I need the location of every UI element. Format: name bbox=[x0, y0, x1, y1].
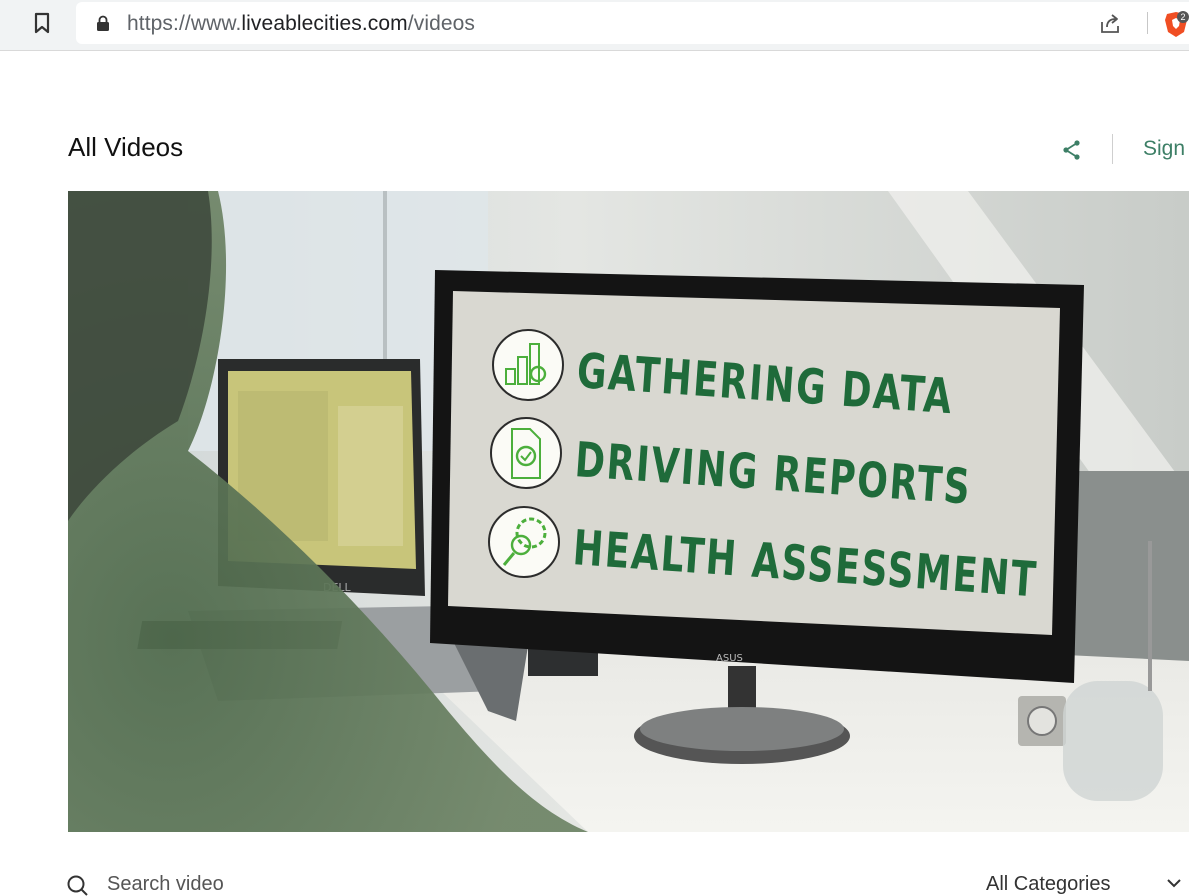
browser-toolbar: https://www.liveablecities.com/videos 2 bbox=[0, 0, 1189, 51]
monitor-brand-label: ASUS bbox=[716, 653, 743, 664]
bookmark-icon[interactable] bbox=[33, 12, 51, 34]
chart-magnifier-icon bbox=[492, 329, 564, 401]
brave-shield-icon[interactable]: 2 bbox=[1163, 10, 1189, 38]
page-title: All Videos bbox=[68, 132, 184, 162]
chevron-down-icon[interactable] bbox=[1166, 878, 1182, 888]
sign-in-link[interactable]: Sign bbox=[1143, 137, 1185, 161]
address-bar-divider bbox=[1147, 12, 1148, 34]
report-check-icon bbox=[490, 417, 562, 489]
search-video-input[interactable] bbox=[107, 872, 407, 896]
url-prefix: https://www. bbox=[127, 12, 242, 35]
gear-magnifier-icon bbox=[488, 506, 560, 578]
lock-icon bbox=[97, 15, 109, 31]
search-icon bbox=[67, 875, 88, 896]
url-domain: liveablecities.com bbox=[241, 12, 408, 35]
header-divider bbox=[1112, 134, 1113, 164]
address-bar[interactable]: https://www.liveablecities.com/videos 2 bbox=[76, 2, 1189, 44]
video-scene-image: DELL ASUS bbox=[68, 191, 1189, 832]
share-icon[interactable] bbox=[1060, 138, 1084, 162]
featured-video-thumbnail[interactable]: DELL ASUS bbox=[68, 191, 1189, 832]
brave-badge-count: 2 bbox=[1180, 12, 1185, 22]
url-text[interactable]: https://www.liveablecities.com/videos bbox=[127, 12, 475, 36]
categories-dropdown[interactable]: All Categories bbox=[986, 873, 1111, 896]
share-page-icon[interactable] bbox=[1098, 12, 1122, 36]
url-path: /videos bbox=[407, 12, 476, 35]
